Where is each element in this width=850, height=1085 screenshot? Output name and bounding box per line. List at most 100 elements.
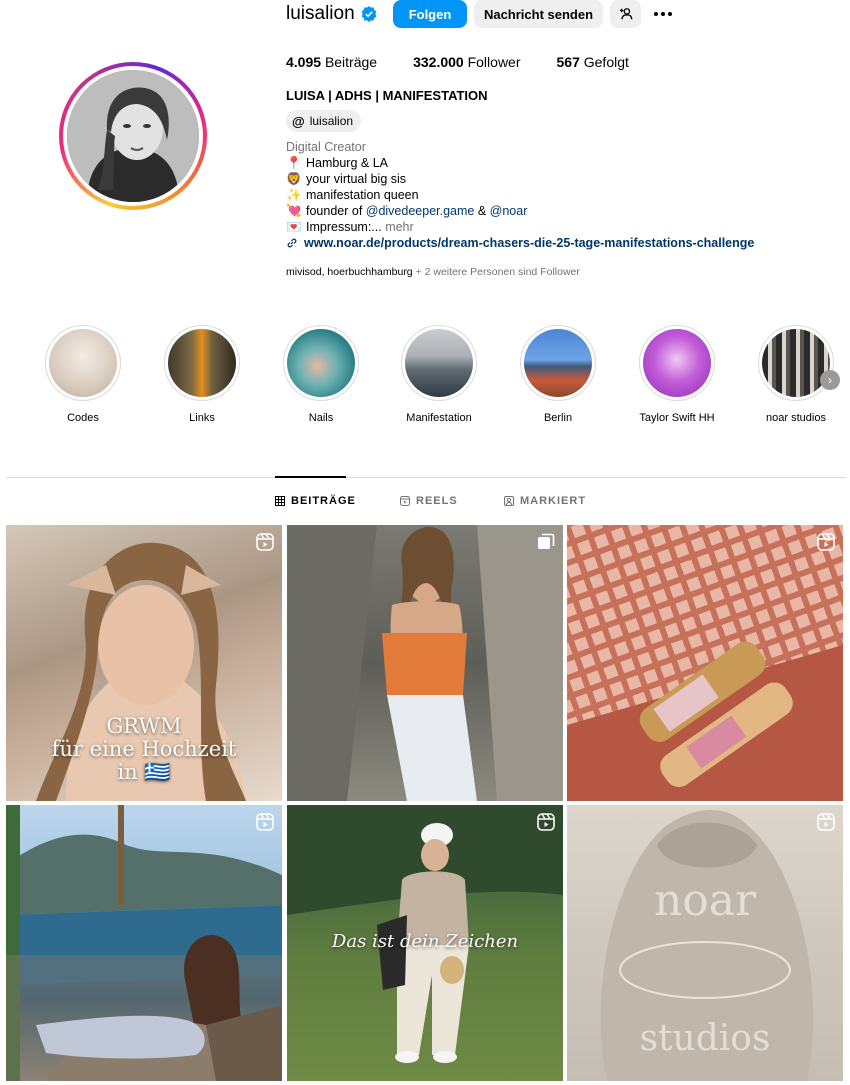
grid-icon bbox=[275, 496, 285, 506]
highlight-label: noar studios bbox=[766, 412, 826, 424]
post-tile[interactable] bbox=[567, 525, 843, 801]
post-tile[interactable]: GRWM für eine Hochzeit in 🇬🇷 bbox=[6, 525, 282, 801]
tagged-icon bbox=[504, 496, 514, 506]
hoodie-text-noar: noar bbox=[654, 875, 757, 926]
bio-line-impressum: 💌 Impressum:... mehr bbox=[286, 219, 527, 235]
website-link[interactable]: www.noar.de/products/dream-chasers-die-2… bbox=[286, 236, 754, 250]
followers-count: 332.000 bbox=[413, 54, 464, 70]
threads-link-chip[interactable]: @ luisalion bbox=[286, 110, 362, 132]
more-options-icon bbox=[654, 12, 672, 16]
highlight-nails[interactable]: Nails bbox=[266, 325, 376, 424]
highlight-ring bbox=[164, 325, 240, 401]
highlight-ring bbox=[45, 325, 121, 401]
post-tile[interactable] bbox=[6, 805, 282, 1081]
mention-divedeeper[interactable]: @divedeeper.game bbox=[366, 204, 475, 218]
followed-by[interactable]: mivisod, hoerbuchhamburg + 2 weitere Per… bbox=[286, 266, 580, 278]
highlight-ring bbox=[520, 325, 596, 401]
highlight-label: Codes bbox=[67, 412, 99, 424]
reel-badge-icon bbox=[817, 813, 835, 831]
highlight-label: Links bbox=[189, 412, 215, 424]
bio-category: Digital Creator bbox=[286, 140, 366, 154]
add-user-icon bbox=[619, 8, 632, 20]
highlight-ring bbox=[283, 325, 359, 401]
active-tab-indicator bbox=[275, 476, 346, 478]
chevron-right-icon: › bbox=[828, 373, 832, 387]
highlight-label: Taylor Swift HH bbox=[639, 412, 715, 424]
bio-line-founder: 💘 founder of @divedeeper.game & @noar bbox=[286, 203, 527, 219]
follow-button[interactable]: Folgen bbox=[393, 0, 467, 28]
bio-bigsis: your virtual big sis bbox=[306, 172, 407, 186]
avatar[interactable] bbox=[67, 70, 199, 202]
highlight-codes[interactable]: Codes bbox=[28, 325, 138, 424]
posts-label: Beiträge bbox=[324, 54, 378, 70]
reels-icon bbox=[400, 496, 410, 506]
more-options-button[interactable] bbox=[650, 0, 676, 28]
lion-emoji-icon: 🦁 bbox=[286, 172, 302, 186]
tab-posts-label: BEITRÄGE bbox=[291, 495, 356, 507]
following-stat[interactable]: 567 Gefolgt bbox=[557, 54, 629, 70]
highlight-cover bbox=[287, 329, 355, 397]
bio-more-link[interactable]: mehr bbox=[385, 220, 413, 234]
highlight-manifestation[interactable]: Manifestation bbox=[384, 325, 494, 424]
overlay-line-2: für eine Hochzeit bbox=[51, 737, 237, 761]
sparkles-emoji-icon: ✨ bbox=[286, 188, 302, 202]
hoodie-text-studios: studios bbox=[640, 1018, 771, 1059]
highlight-cover bbox=[524, 329, 592, 397]
post-overlay-text: Das ist dein Zeichen bbox=[331, 931, 519, 952]
reel-badge-icon bbox=[256, 533, 274, 551]
tab-tagged[interactable]: MARKIERT bbox=[504, 495, 586, 507]
post-image bbox=[287, 525, 563, 801]
posts-stat: 4.095 Beiträge bbox=[286, 54, 377, 70]
suggested-users-button[interactable] bbox=[610, 0, 641, 28]
tab-reels-label: REELS bbox=[416, 495, 458, 507]
followers-stat[interactable]: 332.000 Follower bbox=[413, 54, 520, 70]
tab-posts[interactable]: BEITRÄGE bbox=[275, 495, 356, 507]
posts-count: 4.095 bbox=[286, 54, 322, 70]
post-tile[interactable]: noar studios bbox=[567, 805, 843, 1081]
heart-arrow-emoji-icon: 💘 bbox=[286, 204, 302, 218]
send-message-button[interactable]: Nachricht senden bbox=[474, 0, 603, 28]
highlight-ring bbox=[639, 325, 715, 401]
following-label: Gefolgt bbox=[583, 54, 629, 70]
highlight-ring bbox=[758, 325, 834, 401]
overlay-line-3: in 🇬🇷 bbox=[117, 760, 171, 784]
followed-by-names: mivisod, hoerbuchhamburg bbox=[286, 266, 413, 278]
bio: Digital Creator 📍 Hamburg & LA 🦁 your virt… bbox=[286, 139, 527, 235]
bio-location: Hamburg & LA bbox=[306, 156, 388, 170]
bio-queen: manifestation queen bbox=[306, 188, 419, 202]
profile-avatar-ring[interactable] bbox=[59, 62, 207, 210]
following-count: 567 bbox=[556, 54, 580, 70]
link-icon bbox=[287, 238, 297, 248]
post-image bbox=[567, 525, 843, 801]
post-image bbox=[6, 805, 282, 1081]
highlight-ring bbox=[401, 325, 477, 401]
highlight-label: Nails bbox=[308, 412, 334, 424]
bio-founder-prefix: founder of bbox=[306, 204, 366, 218]
tab-reels[interactable]: REELS bbox=[400, 495, 458, 507]
post-tile[interactable] bbox=[287, 525, 563, 801]
profile-stats: 4.095 Beiträge 332.000 Follower 567 Gefo… bbox=[286, 54, 665, 70]
username: luisalion bbox=[286, 3, 355, 24]
tab-tagged-label: MARKIERT bbox=[520, 495, 587, 507]
highlight-taylor-swift-hh[interactable]: Taylor Swift HH bbox=[622, 325, 732, 424]
love-letter-emoji-icon: 💌 bbox=[286, 220, 302, 234]
mention-noar[interactable]: @noar bbox=[490, 204, 528, 218]
post-tile[interactable]: Das ist dein Zeichen bbox=[287, 805, 563, 1081]
full-name: LUISA | ADHS | MANIFESTATION bbox=[286, 88, 488, 103]
overlay-line-1: GRWM bbox=[106, 714, 182, 738]
post-overlay-text: GRWM für eine Hochzeit in 🇬🇷 bbox=[6, 715, 282, 784]
threads-icon: @ bbox=[292, 113, 305, 129]
followed-by-rest: + 2 weitere Personen sind Follower bbox=[412, 266, 580, 278]
story-highlights: Codes Links Nails Manifestation Berlin T… bbox=[0, 325, 850, 435]
highlight-links[interactable]: Links bbox=[147, 325, 257, 424]
bio-line-queen: ✨ manifestation queen bbox=[286, 187, 527, 203]
followers-label: Follower bbox=[467, 54, 521, 70]
highlight-cover bbox=[168, 329, 236, 397]
bio-impressum: Impressum:... bbox=[306, 220, 386, 234]
highlights-next-button[interactable]: › bbox=[820, 370, 840, 390]
reel-badge-icon bbox=[537, 813, 555, 831]
verified-badge-icon bbox=[361, 6, 377, 22]
username-row: luisalion bbox=[286, 0, 377, 28]
highlight-cover bbox=[762, 329, 830, 397]
highlight-berlin[interactable]: Berlin bbox=[503, 325, 613, 424]
